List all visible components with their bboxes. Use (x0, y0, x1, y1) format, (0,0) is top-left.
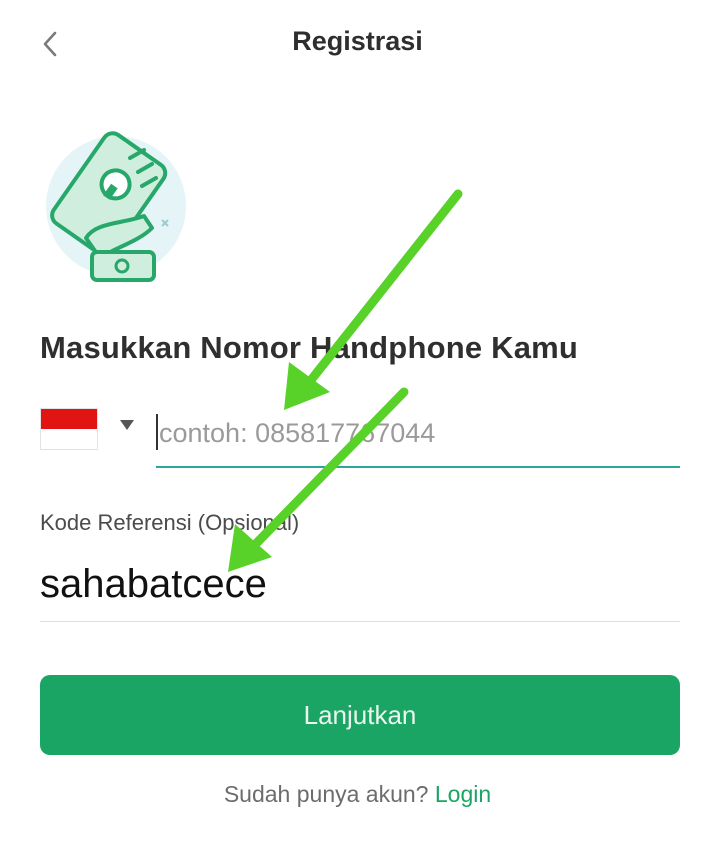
phone-field (156, 404, 680, 468)
referral-value: sahabatcece (40, 562, 267, 606)
login-prompt: Sudah punya akun? Login (0, 781, 715, 808)
referral-label: Kode Referensi (Opsional) (40, 510, 300, 535)
hand-holding-phone-icon (34, 120, 194, 290)
referral-input[interactable]: sahabatcece (40, 548, 680, 622)
login-prompt-text: Sudah punya akun? (223, 781, 429, 807)
continue-button[interactable]: Lanjutkan (40, 675, 680, 755)
arrow-to-phone-field-icon (284, 189, 463, 410)
phone-heading: Masukkan Nomor Handphone Kamu (40, 330, 579, 365)
app-header: Registrasi (0, 0, 715, 88)
phone-input[interactable] (156, 408, 680, 458)
page-title: Registrasi (292, 26, 423, 56)
login-link[interactable]: Login (435, 781, 491, 807)
caret-down-icon[interactable] (118, 418, 136, 432)
indonesia-flag-icon[interactable] (40, 408, 98, 450)
